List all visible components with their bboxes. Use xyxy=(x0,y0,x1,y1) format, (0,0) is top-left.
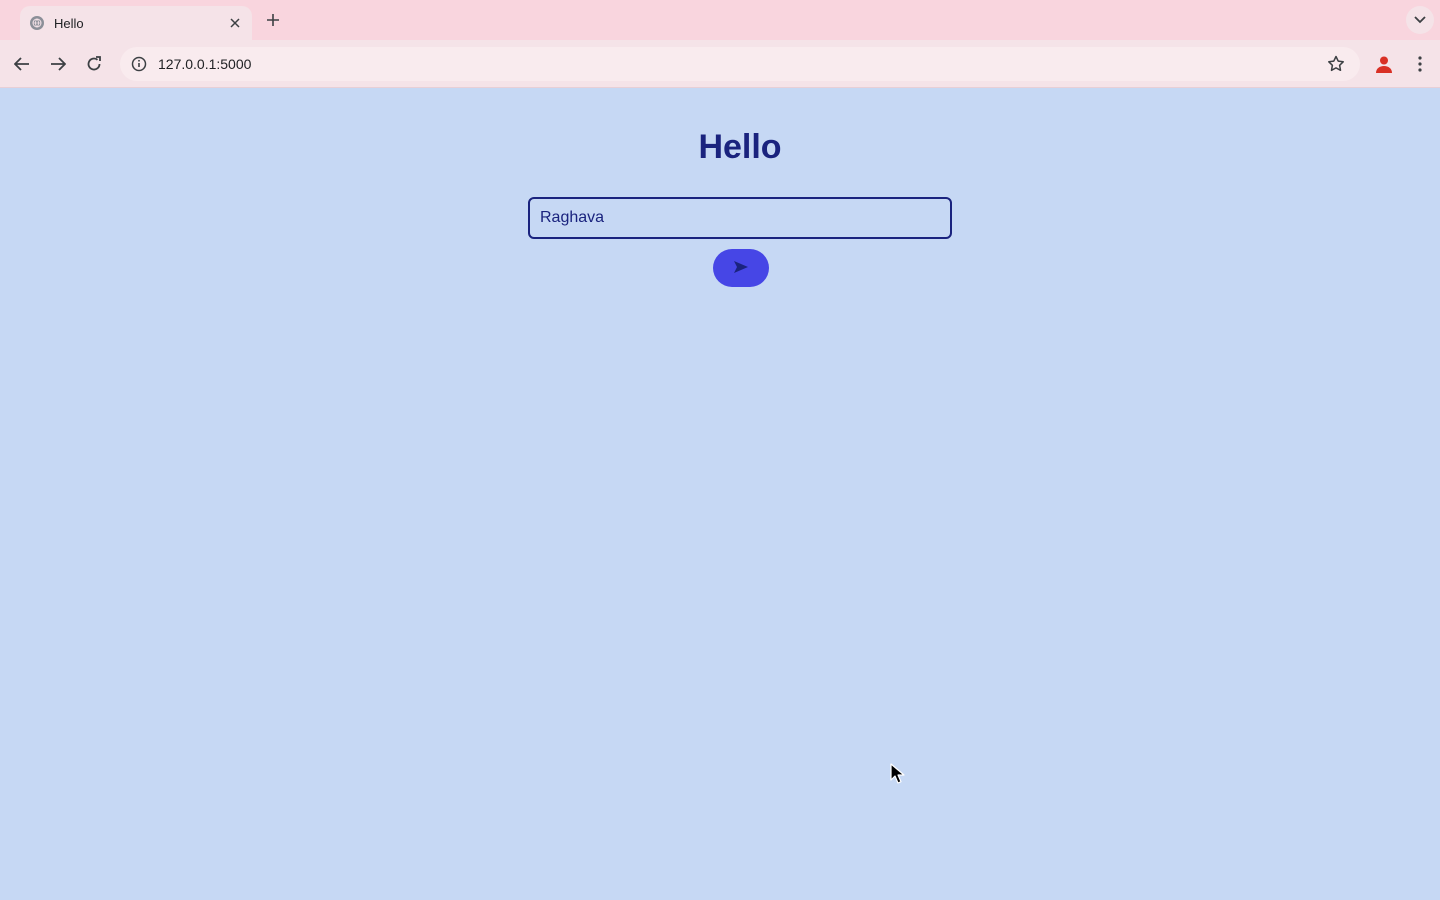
name-input[interactable] xyxy=(528,197,952,239)
star-icon[interactable] xyxy=(1326,54,1346,74)
plus-icon[interactable] xyxy=(262,9,284,31)
arrow-right-icon[interactable] xyxy=(46,52,70,76)
close-icon[interactable] xyxy=(226,14,244,32)
browser-toolbar: 127.0.0.1:5000 xyxy=(0,40,1440,88)
mouse-cursor-icon xyxy=(890,763,906,785)
send-button[interactable] xyxy=(713,249,769,287)
tab-title: Hello xyxy=(54,15,84,31)
person-icon[interactable] xyxy=(1372,52,1396,76)
send-icon xyxy=(733,260,749,277)
page-title: Hello xyxy=(698,128,782,166)
address-bar[interactable]: 127.0.0.1:5000 xyxy=(120,47,1360,81)
info-icon[interactable] xyxy=(130,55,148,73)
tab-strip: Hello xyxy=(0,0,1440,40)
reload-icon[interactable] xyxy=(82,52,106,76)
url-text: 127.0.0.1:5000 xyxy=(158,56,252,72)
chevron-down-icon[interactable] xyxy=(1406,6,1434,34)
browser-tab[interactable]: Hello xyxy=(20,6,252,40)
globe-icon xyxy=(30,16,44,30)
kebab-menu-icon[interactable] xyxy=(1410,52,1430,76)
page-content: Hello xyxy=(0,88,1440,900)
arrow-left-icon[interactable] xyxy=(10,52,34,76)
